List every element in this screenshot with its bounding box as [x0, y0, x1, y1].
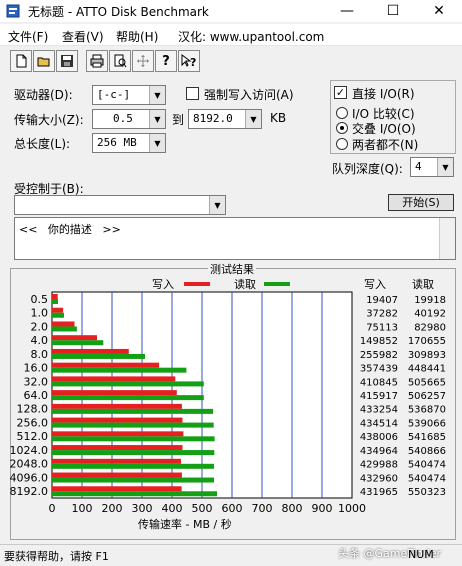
read-value-label: 40192: [414, 309, 446, 320]
read-bar: [52, 450, 215, 456]
write-value-label: 431965: [360, 487, 398, 498]
read-value-label: 19918: [414, 295, 446, 306]
status-text: 要获得帮助，请按 F1: [4, 550, 109, 563]
x-tick-label: 600: [222, 502, 243, 515]
write-bar: [52, 472, 182, 478]
category-label: 16.0: [24, 362, 49, 375]
read-bar: [52, 381, 204, 387]
read-bar: [52, 477, 214, 483]
write-value-label: 433254: [360, 405, 398, 416]
read-value-label: 540866: [408, 446, 446, 457]
category-label: 4096.0: [10, 471, 49, 484]
write-value-label: 434964: [360, 446, 398, 457]
category-label: 8192.0: [10, 485, 49, 498]
read-bar: [52, 353, 145, 359]
read-value-label: 506257: [408, 391, 446, 402]
x-tick-label: 400: [162, 502, 183, 515]
category-label: 4.0: [31, 334, 49, 347]
write-bar: [52, 362, 160, 368]
x-tick-label: 200: [102, 502, 123, 515]
write-value-label: 415917: [360, 391, 398, 402]
write-bar: [52, 376, 176, 382]
read-bar: [52, 463, 214, 469]
x-tick-label: 800: [282, 502, 303, 515]
read-bar: [52, 299, 58, 304]
x-tick-label: 300: [132, 502, 153, 515]
read-bar: [52, 367, 187, 373]
read-bar: [52, 436, 215, 442]
write-value-label: 37282: [366, 309, 398, 320]
write-value-label: 438006: [360, 432, 398, 443]
x-tick-label: 900: [312, 502, 333, 515]
write-value-label: 429988: [360, 460, 398, 471]
read-value-label: 170655: [408, 336, 446, 347]
write-bar: [52, 458, 181, 464]
category-label: 0.5: [31, 293, 49, 306]
write-value-label: 149852: [360, 336, 398, 347]
x-tick-label: 1000: [338, 502, 366, 515]
write-bar: [52, 348, 129, 354]
num-indicator: NUM: [408, 548, 434, 561]
category-label: 1.0: [31, 307, 49, 320]
write-value-label: 410845: [360, 377, 398, 388]
read-value-label: 550323: [408, 487, 446, 498]
read-value-label: 540474: [408, 473, 446, 484]
write-bar: [52, 417, 183, 423]
read-value-label: 536870: [408, 405, 446, 416]
read-value-label: 540474: [408, 460, 446, 471]
chart-xlabel: 传输速率 - MB / 秒: [138, 518, 232, 531]
write-bar: [52, 431, 184, 437]
x-tick-label: 700: [252, 502, 273, 515]
read-value-label: 541685: [408, 432, 446, 443]
read-bar: [52, 422, 214, 428]
read-bar: [52, 312, 64, 318]
write-bar: [52, 307, 64, 313]
category-label: 8.0: [31, 348, 49, 361]
category-label: 64.0: [24, 389, 49, 402]
transfer-rate-chart: 0 100 200 300 400 500 600 700 800 900 1000 0.5 19407…: [10, 291, 446, 515]
write-value-label: 432960: [360, 473, 398, 484]
write-bar: [52, 321, 75, 327]
category-label: 128.0: [17, 403, 49, 416]
read-bar: [52, 340, 104, 346]
read-bar: [52, 491, 217, 497]
write-bar: [52, 294, 58, 299]
write-value-label: 357439: [360, 364, 398, 375]
read-bar: [52, 395, 204, 401]
write-value-label: 19407: [366, 295, 398, 306]
write-value-label: 434514: [360, 418, 398, 429]
category-label: 512.0: [17, 430, 49, 443]
write-bar: [52, 445, 183, 451]
category-label: 2048.0: [10, 458, 49, 471]
write-value-label: 75113: [366, 322, 398, 333]
read-value-label: 309893: [408, 350, 446, 361]
write-bar: [52, 335, 97, 341]
category-label: 1024.0: [10, 444, 49, 457]
x-tick-label: 0: [49, 502, 56, 515]
read-value-label: 82980: [414, 322, 446, 333]
category-label: 256.0: [17, 416, 49, 429]
write-value-label: 255982: [360, 350, 398, 361]
write-bar: [52, 403, 182, 409]
x-tick-label: 500: [192, 502, 213, 515]
write-bar: [52, 390, 177, 396]
read-value-label: 448441: [408, 364, 446, 375]
read-value-label: 505665: [408, 377, 446, 388]
read-bar: [52, 326, 77, 332]
category-label: 32.0: [24, 375, 49, 388]
read-bar: [52, 408, 214, 414]
category-label: 2.0: [31, 320, 49, 333]
read-value-label: 539066: [408, 418, 446, 429]
write-bar: [52, 486, 182, 492]
x-tick-label: 100: [72, 502, 93, 515]
